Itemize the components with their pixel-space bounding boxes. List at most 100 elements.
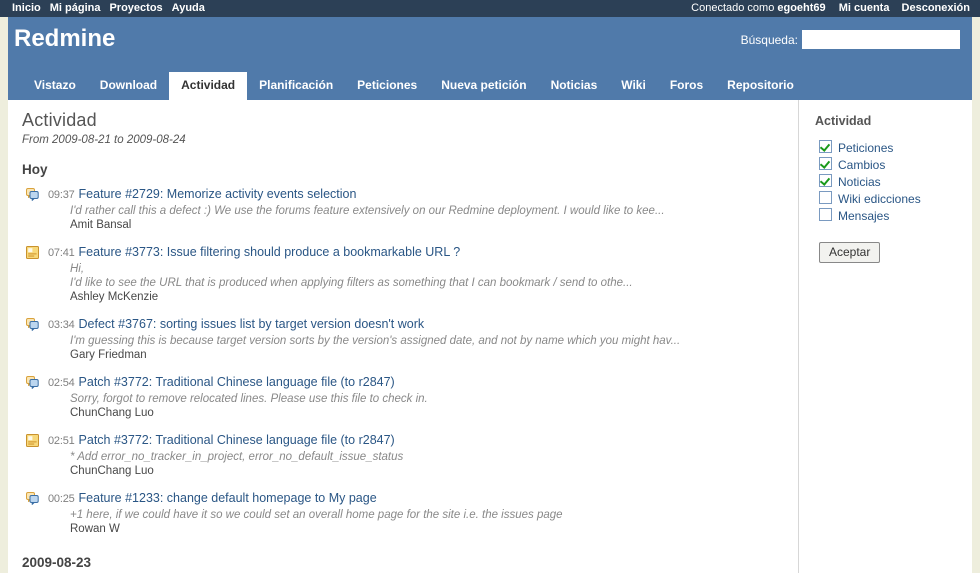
top-account-bar: Inicio Mi página Proyectos Ayuda Conectado … [0, 0, 980, 17]
page-root: Inicio Mi página Proyectos Ayuda Conectado … [0, 0, 980, 573]
filter-cambios-label[interactable]: Cambios [838, 158, 885, 172]
page-title: Actividad [22, 110, 97, 130]
top-menu-logout[interactable]: Desconexión [902, 2, 970, 14]
activity-title-link[interactable]: Feature #1233: change default homepage t… [79, 491, 377, 505]
top-menu-home[interactable]: Inicio [12, 2, 41, 14]
activity-entry: 09:37 Feature #2729: Memorize activity ev… [22, 187, 788, 233]
tab-actividad[interactable]: Actividad [169, 72, 248, 100]
main-menu: Vistazo Download Actividad Planificación Pet… [8, 72, 972, 100]
note-icon [26, 434, 39, 447]
quick-search: Búsqueda: [741, 30, 960, 49]
activity-author: Amit Bansal [70, 219, 132, 231]
tab-foros[interactable]: Foros [658, 72, 715, 100]
activity-entry: 07:41 Feature #3773: Issue filtering shou… [22, 245, 788, 305]
tab-repositorio[interactable]: Repositorio [715, 72, 806, 100]
activity-content: Actividad From 2009-08-21 to 2009-08-24 … [8, 100, 798, 573]
filter-mensajes-label[interactable]: Mensajes [838, 209, 889, 223]
activity-author: ChunChang Luo [70, 407, 154, 419]
top-menu-right-links: Conectado como egoeht69 Mi cuenta Descon… [691, 2, 970, 14]
activity-time: 02:54 [48, 377, 75, 389]
logged-as-label: Conectado como egoeht69 [691, 2, 829, 14]
comment-icon [26, 376, 39, 389]
day-heading: 2009-08-23 [22, 555, 92, 570]
tab-noticias[interactable]: Noticias [539, 72, 610, 100]
activity-entry: 02:54 Patch #3772: Traditional Chinese la… [22, 375, 788, 421]
main-menu-item: Wiki [609, 72, 658, 100]
activity-description: * Add error_no_tracker_in_project, error… [70, 451, 404, 463]
activity-title-link[interactable]: Feature #2729: Memorize activity events … [79, 187, 357, 201]
logged-as-username: egoeht69 [777, 2, 826, 14]
tab-wiki[interactable]: Wiki [609, 72, 658, 100]
filter-mensajes-checkbox[interactable] [819, 208, 832, 221]
activity-title-link[interactable]: Patch #3772: Traditional Chinese languag… [79, 375, 395, 389]
activity-author: Ashley McKenzie [70, 291, 159, 303]
main-menu-item: Nueva petición [429, 72, 538, 100]
main-menu-item: Foros [658, 72, 715, 100]
filter-row[interactable]: Cambios [819, 157, 964, 173]
sidebar: Actividad Peticiones Cambios Noticias Wiki … [798, 100, 972, 573]
filter-peticiones-checkbox[interactable] [819, 140, 832, 153]
activity-entry-header: 03:34 Defect #3767: sorting issues list b… [48, 317, 788, 333]
app-header: Redmine Búsqueda: [8, 17, 972, 72]
activity-entry: 03:34 Defect #3767: sorting issues list b… [22, 317, 788, 363]
activity-time: 09:37 [48, 189, 75, 201]
activity-entry-header: 00:25 Feature #1233: change default homep… [48, 491, 788, 507]
main-menu-item: Download [88, 72, 169, 100]
apply-button[interactable]: Aceptar [819, 242, 881, 263]
activity-filter-list: Peticiones Cambios Noticias Wiki edicciones… [815, 140, 964, 224]
activity-description: +1 here, if we could have it so we could… [70, 509, 563, 521]
activity-entry: 00:25 Feature #1233: change default homep… [22, 491, 788, 537]
main-menu-item: Repositorio [715, 72, 806, 100]
main-menu-item: Planificación [247, 72, 345, 100]
filter-peticiones-label[interactable]: Peticiones [838, 141, 893, 155]
main-menu-item: Peticiones [345, 72, 429, 100]
tab-nueva-petici-n[interactable]: Nueva petición [429, 72, 538, 100]
activity-entry: 02:51 Patch #3772: Traditional Chinese la… [22, 433, 788, 479]
main-area: Actividad From 2009-08-21 to 2009-08-24 … [8, 100, 972, 573]
activity-author: ChunChang Luo [70, 465, 154, 477]
activity-entry-header: 02:51 Patch #3772: Traditional Chinese la… [48, 433, 788, 449]
main-menu-list: Vistazo Download Actividad Planificación Pet… [8, 72, 972, 100]
tab-peticiones[interactable]: Peticiones [345, 72, 429, 100]
filter-row[interactable]: Peticiones [819, 140, 964, 156]
activity-title-link[interactable]: Patch #3772: Traditional Chinese languag… [79, 433, 395, 447]
search-label: Búsqueda: [740, 32, 798, 47]
top-menu-help[interactable]: Ayuda [172, 2, 205, 14]
filter-noticias-label[interactable]: Noticias [838, 175, 881, 189]
activity-time: 07:41 [48, 247, 75, 259]
activity-description: Sorry, forgot to remove relocated lines.… [70, 393, 428, 405]
logged-as-prefix: Conectado como [691, 2, 778, 14]
activity-title-link[interactable]: Feature #3773: Issue filtering should pr… [79, 245, 461, 259]
search-input[interactable] [802, 30, 960, 49]
filter-cambios-checkbox[interactable] [819, 157, 832, 170]
filter-noticias-checkbox[interactable] [819, 174, 832, 187]
top-menu-my-page[interactable]: Mi página [50, 2, 101, 14]
day-heading: Hoy [22, 162, 48, 177]
top-menu-left-links: Inicio Mi página Proyectos Ayuda [12, 2, 205, 14]
activity-description: I'd rather call this a defect :) We use … [70, 205, 665, 217]
main-menu-item: Noticias [539, 72, 610, 100]
tab-download[interactable]: Download [88, 72, 169, 100]
filter-row[interactable]: Noticias [819, 174, 964, 190]
top-menu-projects[interactable]: Proyectos [109, 2, 162, 14]
comment-icon [26, 188, 39, 201]
activity-author: Rowan W [70, 523, 120, 535]
activity-entry-header: 07:41 Feature #3773: Issue filtering shou… [48, 245, 788, 261]
activity-description: I'm guessing this is because target vers… [70, 335, 681, 347]
note-icon [26, 246, 39, 259]
activity-entry-header: 09:37 Feature #2729: Memorize activity ev… [48, 187, 788, 203]
top-menu-my-account[interactable]: Mi cuenta [839, 2, 890, 14]
tab-vistazo[interactable]: Vistazo [22, 72, 88, 100]
comment-icon [26, 318, 39, 331]
tab-planificaci-n[interactable]: Planificación [247, 72, 345, 100]
sidebar-title: Actividad [815, 114, 872, 128]
activity-title-link[interactable]: Defect #3767: sorting issues list by tar… [79, 317, 425, 331]
activity-entry-header: 02:54 Patch #3772: Traditional Chinese la… [48, 375, 788, 391]
filter-wiki-label[interactable]: Wiki edicciones [838, 192, 921, 206]
main-menu-item: Vistazo [22, 72, 88, 100]
activity-time: 00:25 [48, 493, 75, 505]
filter-row[interactable]: Mensajes [819, 208, 964, 224]
filter-row[interactable]: Wiki edicciones [819, 191, 964, 207]
activity-list: Hoy 09:37 Feature #2729: Memorize activity… [22, 162, 788, 570]
filter-wiki-checkbox[interactable] [819, 191, 832, 204]
